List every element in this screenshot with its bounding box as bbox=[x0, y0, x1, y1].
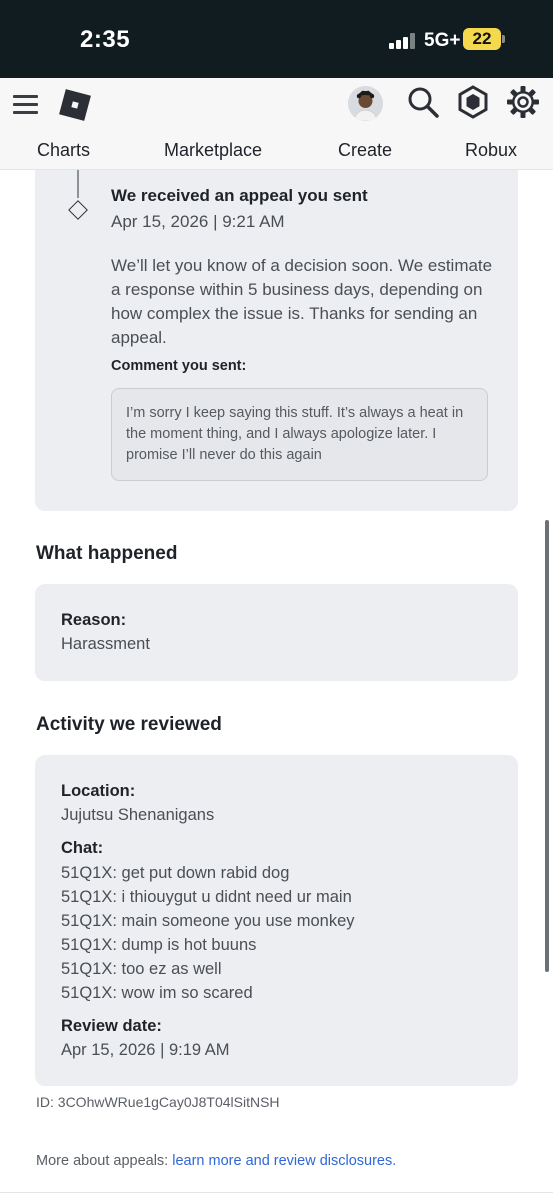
location-label: Location: bbox=[61, 782, 136, 800]
status-time: 2:35 bbox=[80, 26, 131, 53]
app-header: Charts Marketplace Create Robux bbox=[0, 78, 553, 170]
user-avatar[interactable] bbox=[348, 86, 383, 121]
chat-line: 51Q1X: get put down rabid dog bbox=[61, 864, 290, 882]
nav-charts[interactable]: Charts bbox=[37, 140, 90, 161]
gear-icon[interactable] bbox=[506, 85, 540, 119]
review-date-label: Review date: bbox=[61, 1017, 162, 1035]
battery-level: 22 bbox=[472, 29, 492, 48]
search-icon[interactable] bbox=[406, 85, 440, 119]
chat-line: 51Q1X: dump is hot buuns bbox=[61, 936, 257, 954]
nav-create[interactable]: Create bbox=[338, 140, 392, 161]
location-value: Jujutsu Shenanigans bbox=[61, 806, 215, 824]
nav-marketplace[interactable]: Marketplace bbox=[164, 140, 262, 161]
chat-line: 51Q1X: main someone you use monkey bbox=[61, 912, 355, 930]
battery-tip bbox=[502, 35, 505, 43]
reason-label: Reason: bbox=[61, 611, 127, 629]
comment-text: I’m sorry I keep saying this stuff. It’s… bbox=[126, 405, 464, 463]
bottom-divider bbox=[0, 1192, 553, 1193]
scrollbar[interactable] bbox=[545, 520, 549, 972]
chat-line: 51Q1X: i thiouygut u didnt need ur main bbox=[61, 888, 352, 906]
what-happened-heading: What happened bbox=[36, 543, 178, 564]
appeal-message: We’ll let you know of a decision soon. W… bbox=[111, 256, 493, 347]
more-prefix: More about appeals: bbox=[36, 1153, 173, 1169]
appeal-title: We received an appeal you sent bbox=[111, 186, 368, 205]
more-about-appeals: More about appeals: learn more and revie… bbox=[36, 1153, 396, 1169]
learn-more-link[interactable]: learn more and review disclosures. bbox=[172, 1153, 396, 1169]
appeal-id: ID: 3COhwWRue1gCay0J8T04lSitNSH bbox=[36, 1094, 280, 1110]
top-nav: Charts Marketplace Create Robux bbox=[0, 140, 553, 168]
chat-label: Chat: bbox=[61, 839, 104, 857]
chat-line: 51Q1X: too ez as well bbox=[61, 960, 222, 978]
chat-line: 51Q1X: wow im so scared bbox=[61, 984, 253, 1002]
status-bar: 2:35 5G+ 22 bbox=[0, 0, 553, 78]
reason-value: Harassment bbox=[61, 635, 150, 653]
network-type: 5G+ bbox=[424, 30, 461, 51]
signal-strength-icon bbox=[389, 33, 415, 49]
comment-label: Comment you sent: bbox=[111, 358, 247, 374]
review-date-value: Apr 15, 2026 | 9:19 AM bbox=[61, 1041, 230, 1059]
activity-heading: Activity we reviewed bbox=[36, 714, 222, 735]
nav-robux[interactable]: Robux bbox=[465, 140, 517, 161]
robux-icon[interactable] bbox=[456, 85, 490, 119]
battery-icon: 22 bbox=[463, 28, 501, 50]
timeline-line bbox=[77, 170, 79, 198]
hamburger-menu-icon[interactable] bbox=[13, 95, 38, 115]
appeal-date: Apr 15, 2026 | 9:21 AM bbox=[111, 212, 285, 231]
reason-card bbox=[35, 584, 518, 681]
roblox-logo-icon[interactable] bbox=[58, 88, 92, 122]
chat-log: 51Q1X: get put down rabid dog 51Q1X: i t… bbox=[61, 861, 355, 1005]
comment-box: I’m sorry I keep saying this stuff. It’s… bbox=[111, 388, 488, 481]
